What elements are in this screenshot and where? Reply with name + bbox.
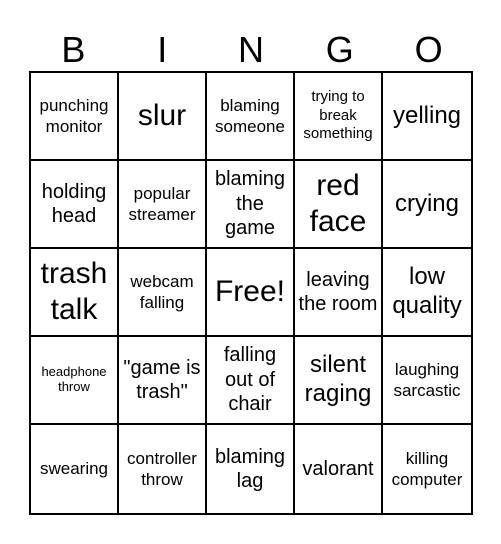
- bingo-cell-label: trying to break something: [303, 87, 373, 143]
- bingo-cell[interactable]: blaming lag: [207, 425, 295, 513]
- bingo-cell[interactable]: yelling: [383, 73, 471, 161]
- bingo-cell-label: silent raging: [304, 351, 372, 407]
- bingo-cell-label: crying: [394, 189, 460, 217]
- bingo-cell[interactable]: falling out of chair: [207, 337, 295, 425]
- bingo-grid: punching monitor slur blaming someone tryin…: [29, 71, 473, 515]
- bingo-cell-label: slur: [137, 99, 187, 132]
- bingo-cell-label: low quality: [392, 263, 462, 319]
- bingo-cell-label: holding head: [41, 180, 107, 227]
- bingo-cell-label: "game is trash": [123, 356, 201, 403]
- bingo-cell-label: headphone throw: [41, 364, 107, 394]
- bingo-cell[interactable]: laughing sarcastic: [383, 337, 471, 425]
- bingo-cell[interactable]: slur: [119, 73, 207, 161]
- bingo-header: B I N G O: [29, 30, 473, 70]
- bingo-cell-label: Free!: [214, 275, 286, 308]
- bingo-cell[interactable]: webcam falling: [119, 249, 207, 337]
- bingo-cell-label: yelling: [392, 101, 462, 129]
- bingo-cell[interactable]: low quality: [383, 249, 471, 337]
- bingo-cell[interactable]: punching monitor: [31, 73, 119, 161]
- header-letter-i: I: [157, 29, 168, 70]
- bingo-cell[interactable]: valorant: [295, 425, 383, 513]
- bingo-cell[interactable]: popular streamer: [119, 161, 207, 249]
- header-letter-b: B: [61, 29, 86, 70]
- bingo-cell-label: punching monitor: [39, 95, 109, 136]
- bingo-cell[interactable]: holding head: [31, 161, 119, 249]
- bingo-cell-free[interactable]: Free!: [207, 249, 295, 337]
- bingo-cell-label: red face: [309, 169, 367, 238]
- bingo-cell[interactable]: silent raging: [295, 337, 383, 425]
- bingo-cell[interactable]: blaming someone: [207, 73, 295, 161]
- bingo-cell[interactable]: controller throw: [119, 425, 207, 513]
- bingo-cell-label: trash talk: [40, 257, 108, 326]
- bingo-cell[interactable]: trash talk: [31, 249, 119, 337]
- header-letter-g: G: [325, 29, 354, 70]
- bingo-cell-label: falling out of chair: [223, 344, 277, 416]
- bingo-cell-label: swearing: [39, 459, 109, 479]
- bingo-cell-label: webcam falling: [130, 271, 194, 312]
- bingo-cell[interactable]: trying to break something: [295, 73, 383, 161]
- bingo-cell-label: blaming lag: [214, 445, 286, 492]
- bingo-cell-label: popular streamer: [128, 183, 196, 224]
- bingo-cell-label: leaving the room: [298, 268, 378, 315]
- bingo-cell[interactable]: "game is trash": [119, 337, 207, 425]
- bingo-cell-label: laughing sarcastic: [393, 359, 461, 400]
- bingo-cell[interactable]: swearing: [31, 425, 119, 513]
- bingo-cell[interactable]: crying: [383, 161, 471, 249]
- bingo-cell[interactable]: killing computer: [383, 425, 471, 513]
- bingo-cell[interactable]: leaving the room: [295, 249, 383, 337]
- bingo-cell[interactable]: blaming the game: [207, 161, 295, 249]
- bingo-cell[interactable]: red face: [295, 161, 383, 249]
- header-letter-o: O: [414, 29, 443, 70]
- bingo-cell-label: blaming someone: [215, 95, 285, 136]
- bingo-cell[interactable]: headphone throw: [31, 337, 119, 425]
- bingo-card: B I N G O punching monitor slur blaming so…: [0, 0, 501, 544]
- bingo-cell-label: valorant: [302, 457, 374, 480]
- header-letter-n: N: [237, 29, 264, 70]
- bingo-cell-label: controller throw: [127, 448, 197, 489]
- bingo-cell-label: killing computer: [391, 448, 463, 489]
- bingo-cell-label: blaming the game: [214, 168, 286, 240]
